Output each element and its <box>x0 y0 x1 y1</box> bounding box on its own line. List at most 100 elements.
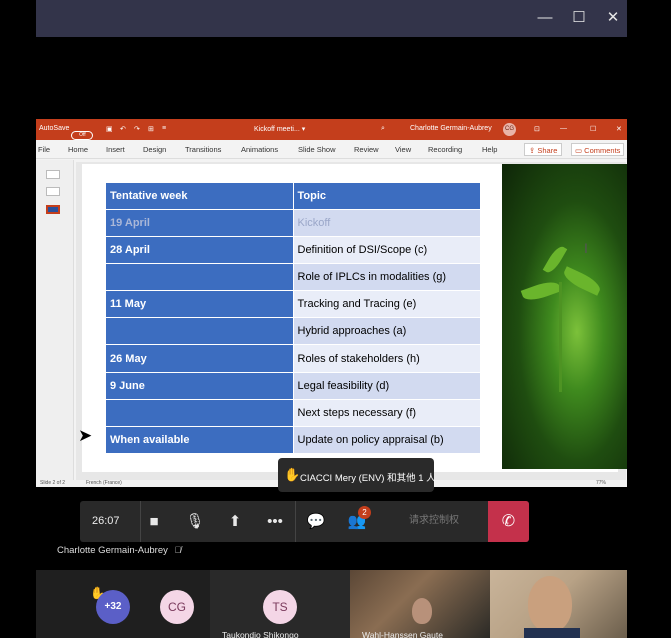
slide-counter: Slide 2 of 2 <box>40 480 66 486</box>
slide-thumbnail-pane <box>36 160 74 480</box>
search-icon[interactable]: ⌕ <box>381 125 385 133</box>
seedling-image: I <box>502 164 627 469</box>
meeting-control-bar: 26:07 ■ 🎙 ⬆ ••• 💬 👥 2 请求控制权 ✆ <box>80 501 529 542</box>
week-cell: 9 June <box>106 372 293 400</box>
divider <box>295 501 296 542</box>
table-header-row: Tentative week Topic <box>106 183 480 210</box>
participant-video-tile[interactable] <box>490 570 627 638</box>
request-control-button[interactable]: 请求控制权 <box>392 510 476 532</box>
autosave-toggle[interactable]: Off <box>71 131 94 140</box>
table-row: When available Update on policy appraisa… <box>106 426 480 455</box>
week-cell <box>106 317 293 346</box>
topic-cell: Update on policy appraisal (b) <box>292 426 480 455</box>
participant-overflow-tile[interactable]: ✋ +32 CG <box>36 570 210 638</box>
share-screen-icon[interactable]: ⬆ <box>221 508 249 536</box>
week-cell: When available <box>106 426 293 455</box>
slide-thumbnail-active[interactable] <box>46 205 60 214</box>
participant-shirt <box>524 628 580 638</box>
document-title[interactable]: Kickoff meeti... ▾ <box>254 125 305 133</box>
topic-cell: Next steps necessary (f) <box>292 399 480 428</box>
ppt-ribbon-tabs: File Home Insert Design Transitions Anim… <box>36 140 627 159</box>
participants-badge: 2 <box>358 506 371 519</box>
ppt-user-avatar[interactable]: CG <box>503 123 516 136</box>
zoom-level[interactable]: 77% <box>596 480 606 486</box>
maximize-icon[interactable]: ☐ <box>570 9 588 27</box>
chat-icon[interactable]: 💬 <box>302 508 330 536</box>
tab-transitions[interactable]: Transitions <box>185 145 221 154</box>
slide-thumbnail[interactable] <box>46 187 60 196</box>
topic-cell: Kickoff <box>292 209 480 237</box>
tab-slide-show[interactable]: Slide Show <box>298 145 336 154</box>
topic-cell: Definition of DSI/Scope (c) <box>292 236 480 264</box>
participant-video-tile[interactable]: Wahl-Hanssen Gaute <box>350 570 490 638</box>
participant-face <box>412 598 432 624</box>
microphone-icon[interactable]: 🎙 <box>181 508 209 536</box>
customize-qat-icon[interactable]: ≡ <box>162 125 166 132</box>
language-indicator[interactable]: French (France) <box>86 480 122 486</box>
tab-insert[interactable]: Insert <box>106 145 125 154</box>
redo-icon[interactable]: ↷ <box>134 125 140 133</box>
save-icon[interactable]: ▣ <box>106 125 113 133</box>
shared-screen-powerpoint: AutoSave Off ▣ ↶ ↷ ⊞ ≡ Kickoff meeti... ▾… <box>36 119 627 487</box>
participant-strip: ✋ +32 CG TS Taukondjo Shikongo Wahl-Hans… <box>36 570 627 638</box>
week-cell <box>106 263 293 292</box>
raised-hand-notification[interactable]: ✋ CIACCI Mery (ENV) 和其他 1 人 <box>278 458 436 492</box>
ribbon-display-icon[interactable]: ⊡ <box>534 125 540 133</box>
presenter-name: Charlotte Germain-Aubrey <box>57 545 168 556</box>
teams-title-bar: — ☐ ✕ <box>36 0 627 37</box>
tab-recording[interactable]: Recording <box>428 145 462 154</box>
mouse-pointer-icon: ➤ <box>78 426 93 445</box>
topic-cell: Legal feasibility (d) <box>292 372 480 400</box>
ppt-minimize-icon[interactable]: — <box>560 125 567 132</box>
week-cell: 19 April <box>106 209 293 237</box>
tab-animations[interactable]: Animations <box>241 145 278 154</box>
topic-cell: Tracking and Tracing (e) <box>292 290 480 319</box>
camera-icon[interactable]: ■ <box>140 508 168 536</box>
hang-up-button[interactable]: ✆ <box>488 501 529 542</box>
close-icon[interactable]: ✕ <box>604 9 622 27</box>
tab-view[interactable]: View <box>395 145 411 154</box>
meeting-timer: 26:07 <box>92 515 120 527</box>
slide-canvas: Tentative week Topic 19 April Kickoff 28… <box>76 162 627 480</box>
share-button[interactable]: ⇪ Share <box>524 143 563 156</box>
present-icon[interactable]: ⊞ <box>148 125 154 133</box>
tab-home[interactable]: Home <box>68 145 88 154</box>
topic-cell: Hybrid approaches (a) <box>292 317 480 346</box>
schedule-table: Tentative week Topic 19 April Kickoff 28… <box>106 183 480 455</box>
slide[interactable]: Tentative week Topic 19 April Kickoff 28… <box>82 164 627 472</box>
ppt-user-name: Charlotte Germain-Aubrey <box>410 125 492 132</box>
week-cell: 26 May <box>106 344 293 373</box>
slide-thumbnail[interactable] <box>46 170 60 179</box>
table-row: Next steps necessary (f) <box>106 399 480 428</box>
tab-file[interactable]: File <box>38 145 50 154</box>
minimize-icon[interactable]: — <box>536 9 554 27</box>
tab-help[interactable]: Help <box>482 145 497 154</box>
table-row: 28 April Definition of DSI/Scope (c) <box>106 236 480 264</box>
week-cell: 11 May <box>106 290 293 319</box>
tab-review[interactable]: Review <box>354 145 379 154</box>
autosave-label: AutoSave Off <box>39 125 94 140</box>
comments-button[interactable]: ▭ Comments <box>571 143 625 156</box>
participant-face <box>528 576 572 632</box>
raised-hand-icon: ✋ <box>284 467 301 482</box>
column-header-week: Tentative week <box>106 183 293 210</box>
table-row: 9 June Legal feasibility (d) <box>106 372 480 400</box>
text-cursor-icon: I <box>584 240 588 256</box>
topic-cell: Roles of stakeholders (h) <box>292 344 480 373</box>
undo-icon[interactable]: ↶ <box>120 125 126 133</box>
tab-design[interactable]: Design <box>143 145 166 154</box>
participant-tile[interactable]: TS Taukondjo Shikongo <box>210 570 350 638</box>
presenter-label: Charlotte Germain-Aubrey 🎙̸ <box>57 545 181 556</box>
overflow-count: +32 <box>96 590 130 624</box>
week-cell: 28 April <box>106 236 293 264</box>
avatar: CG <box>160 590 194 624</box>
topic-cell: Role of IPLCs in modalities (g) <box>292 263 480 292</box>
ppt-restore-icon[interactable]: ☐ <box>590 125 596 133</box>
table-row: 19 April Kickoff <box>106 209 480 237</box>
more-options-icon[interactable]: ••• <box>261 508 289 536</box>
column-header-topic: Topic <box>292 183 480 210</box>
ppt-close-icon[interactable]: ✕ <box>616 125 622 133</box>
ppt-title-bar: AutoSave Off ▣ ↶ ↷ ⊞ ≡ Kickoff meeti... ▾… <box>36 119 627 140</box>
participant-name: Taukondjo Shikongo <box>222 630 299 638</box>
table-row: 11 May Tracking and Tracing (e) <box>106 290 480 319</box>
